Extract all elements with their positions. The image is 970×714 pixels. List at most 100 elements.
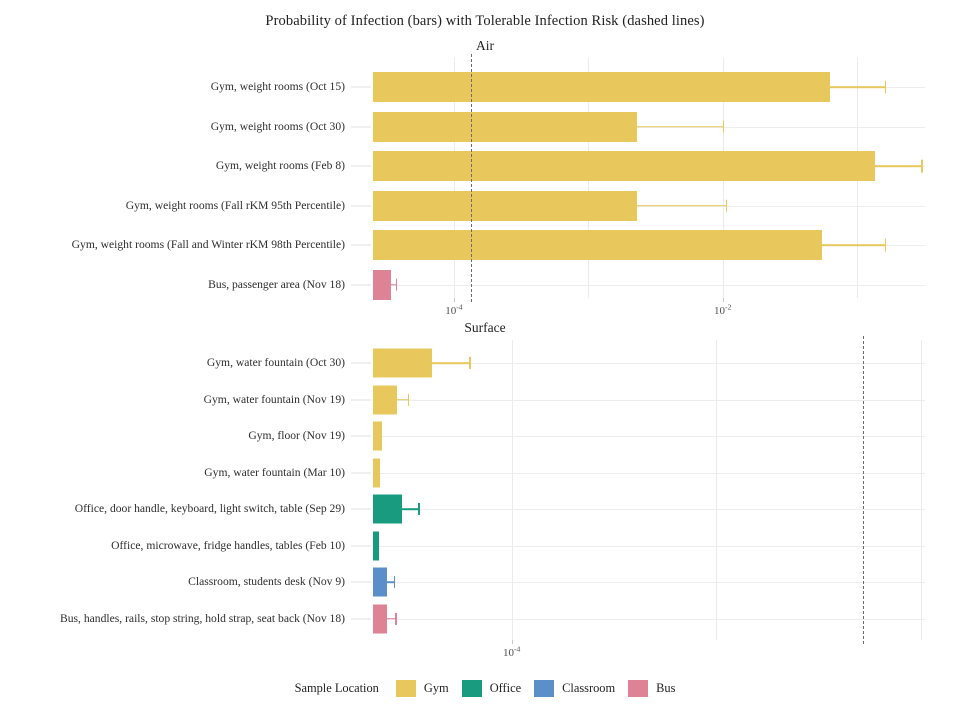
y-axis-label: Gym, weight rooms (Fall rKM 95th Percent… [125,198,345,212]
error-bar-cap [722,120,725,133]
y-axis-label: Classroom, students desk (Nov 9) [188,575,345,589]
bar[interactable] [373,385,397,414]
error-bar-line [830,86,885,88]
y-tick-mark [351,472,371,473]
plot-area-air [351,54,925,302]
y-tick-mark [351,399,371,400]
bar[interactable] [373,604,387,633]
bar[interactable] [373,531,380,560]
y-tick-mark [351,435,371,437]
y-axis-label: Gym, water fountain (Oct 30) [206,356,345,370]
y-tick-mark [351,362,371,364]
facet-title-air: Air [476,38,494,53]
facet-title-surface: Surface [464,320,506,335]
y-axis-label: Gym, weight rooms (Fall and Winter rKM 9… [71,238,345,252]
plot-area-surface [351,336,925,644]
bar[interactable] [373,72,831,102]
y-axis-label: Gym, weight rooms (Feb 8) [215,159,345,173]
y-tick-mark [351,545,371,546]
x-tick-mark [511,640,513,644]
y-tick-mark [351,244,371,246]
x-tick-mark [722,298,724,302]
y-gridline [373,399,925,401]
tolerable-risk-dashed-line [471,54,473,302]
error-bar-line [874,165,922,167]
error-bar-cap [884,80,887,94]
legend-label: Gym [423,681,449,695]
y-axis-label: Gym, floor (Nov 19) [248,429,345,443]
y-axis-label: Office, door handle, keyboard, light swi… [74,502,345,516]
y-tick-mark [351,618,371,619]
bar[interactable] [373,151,875,181]
y-tick-mark [351,205,371,206]
y-axis-label: Gym, water fountain (Nov 19) [203,392,345,406]
error-bar-line [386,581,394,583]
error-bar-cap [725,199,728,212]
bar[interactable] [373,458,381,487]
error-bar-line [386,617,396,620]
x-axis-tick-label: 10-4 [502,644,521,659]
panel-air: Gym, weight rooms (Oct 15) Gym, weight ro… [0,54,970,317]
tick-exponent: -4 [513,644,521,654]
legend-item-classroom[interactable]: Classroom [534,680,615,697]
error-bar-cap [418,502,420,516]
legend-swatch-bus [628,680,649,697]
page-title: Probability of Infection (bars) with Tol… [265,13,705,29]
x-gridline [511,340,513,640]
y-tick-mark [351,86,371,88]
bar[interactable] [373,494,402,524]
tick-mantissa: 10 [714,305,726,317]
error-bar-cap [921,159,923,173]
legend-label: Office [489,681,522,695]
bar[interactable] [373,269,391,300]
y-axis-label: Bus, handles, rails, stop string, hold s… [60,611,345,625]
error-bar-line [822,244,885,246]
legend-item-bus[interactable]: Bus [628,680,675,697]
y-tick-mark [351,284,371,285]
y-gridline [373,436,925,437]
y-axis-label: Bus, passenger area (Nov 18) [208,277,345,291]
legend-item-gym[interactable]: Gym [395,680,449,697]
error-bar-line [636,125,723,128]
tick-exponent: -4 [456,302,463,312]
panel-surface: Gym, water fountain (Oct 30) Gym, water f… [0,336,970,659]
bar[interactable] [373,190,637,221]
tick-mantissa: 10 [502,647,514,659]
y-gridline [373,545,925,547]
x-gridline [920,340,922,640]
y-gridline [373,509,925,510]
legend-item-office[interactable]: Office [461,680,522,697]
error-bar-cap [469,356,471,370]
legend-swatch-office [461,680,482,697]
x-axis-tick-label: 10-2 [714,302,732,317]
y-gridline [373,618,925,620]
y-axis-label: Gym, weight rooms (Oct 30) [210,119,345,133]
legend-title: Sample Location [294,681,379,695]
legend-label: Classroom [562,681,616,695]
bar[interactable] [373,567,387,597]
legend: Sample Location Gym Office Classroom Bus [0,680,970,697]
y-tick-mark [351,508,371,510]
y-axis-label: Gym, weight rooms (Oct 15) [210,80,345,94]
error-bar-cap [395,278,398,291]
x-axis-tick-label: 10-4 [445,302,463,317]
legend-label: Bus [656,681,676,695]
x-tick-mark [453,298,455,302]
chart-figure: Probability of Infection (bars) with Tol… [0,0,970,714]
y-tick-mark [351,581,371,583]
y-axis-label: Gym, water fountain (Mar 10) [204,465,345,479]
tolerable-risk-dashed-line [862,336,864,644]
y-axis-label: Office, microwave, fridge handles, table… [111,538,345,552]
bar[interactable] [373,421,382,451]
y-tick-mark [351,126,371,127]
bar[interactable] [373,111,637,142]
bar[interactable] [373,230,823,260]
error-bar-line [636,204,726,207]
y-gridline [373,472,925,474]
bar[interactable] [373,348,433,378]
error-bar-cap [393,575,396,589]
error-bar-line [396,398,408,401]
tick-mantissa: 10 [445,305,457,317]
tick-exponent: -2 [725,302,732,312]
error-bar-line [432,362,470,364]
